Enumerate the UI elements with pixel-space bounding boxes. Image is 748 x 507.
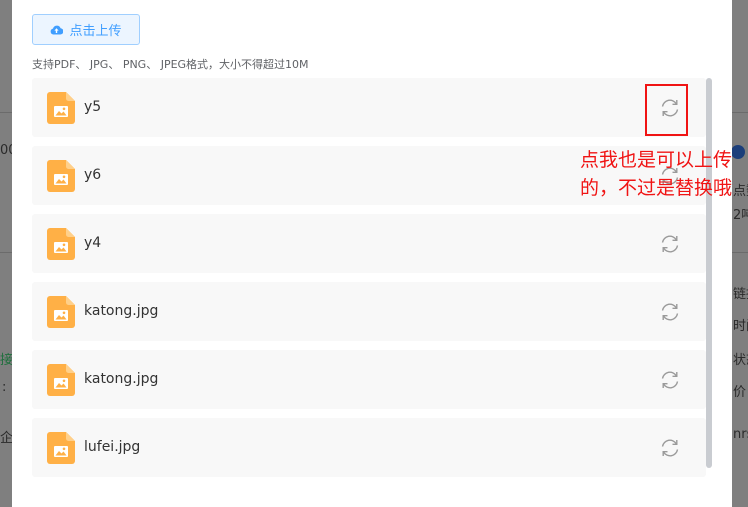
bg-fragment: 状态 [733,353,748,368]
bg-fragment: : [2,380,7,395]
replace-file-icon[interactable] [659,369,681,391]
file-item: y4 [32,214,706,273]
replace-file-icon[interactable] [659,437,681,459]
file-item: lufei.jpg [32,418,706,477]
file-name: y5 [84,99,102,115]
cloud-upload-icon [50,24,64,35]
upload-dialog: 点击上传 支持PDF、 JPG、 PNG、 JPEG格式，大小不得超过10M y… [12,0,732,507]
bg-fragment: nrs [733,427,748,442]
bg-fragment: 价 [733,385,747,400]
image-file-icon [47,160,75,192]
file-item: y5 [32,78,706,137]
image-file-icon [47,228,75,260]
image-file-icon [47,296,75,328]
bg-divider [732,252,748,253]
file-name: y4 [84,235,102,251]
image-file-icon [47,432,75,464]
upload-button[interactable]: 点击上传 [32,14,140,45]
file-list-scrollbar[interactable] [706,78,712,468]
file-name: katong.jpg [84,303,159,319]
upload-button-label: 点击上传 [69,24,122,39]
bg-fragment: 点数 [733,184,748,199]
file-item: katong.jpg [32,282,706,341]
replace-file-icon[interactable] [659,97,681,119]
file-name: lufei.jpg [84,439,141,455]
file-name: katong.jpg [84,371,159,387]
annotation-text: 点我也是可以上传的，不过是替换哦 [580,149,733,199]
file-item: katong.jpg [32,350,706,409]
bg-fragment: 2吨 [733,208,748,223]
bg-badge [731,145,745,159]
replace-file-icon[interactable] [659,301,681,323]
file-list: y5 y6 y4 katong.jpg katong.jpg lufei.jpg [32,78,706,486]
bg-fragment: 链接 [733,287,748,302]
file-name: y6 [84,167,102,183]
bg-divider [732,112,748,113]
image-file-icon [47,92,75,124]
bg-fragment: 时间 [733,319,748,334]
bg-divider [0,252,12,253]
upload-hint: 支持PDF、 JPG、 PNG、 JPEG格式，大小不得超过10M [32,58,309,71]
bg-divider [0,112,12,113]
image-file-icon [47,364,75,396]
replace-file-icon[interactable] [659,233,681,255]
